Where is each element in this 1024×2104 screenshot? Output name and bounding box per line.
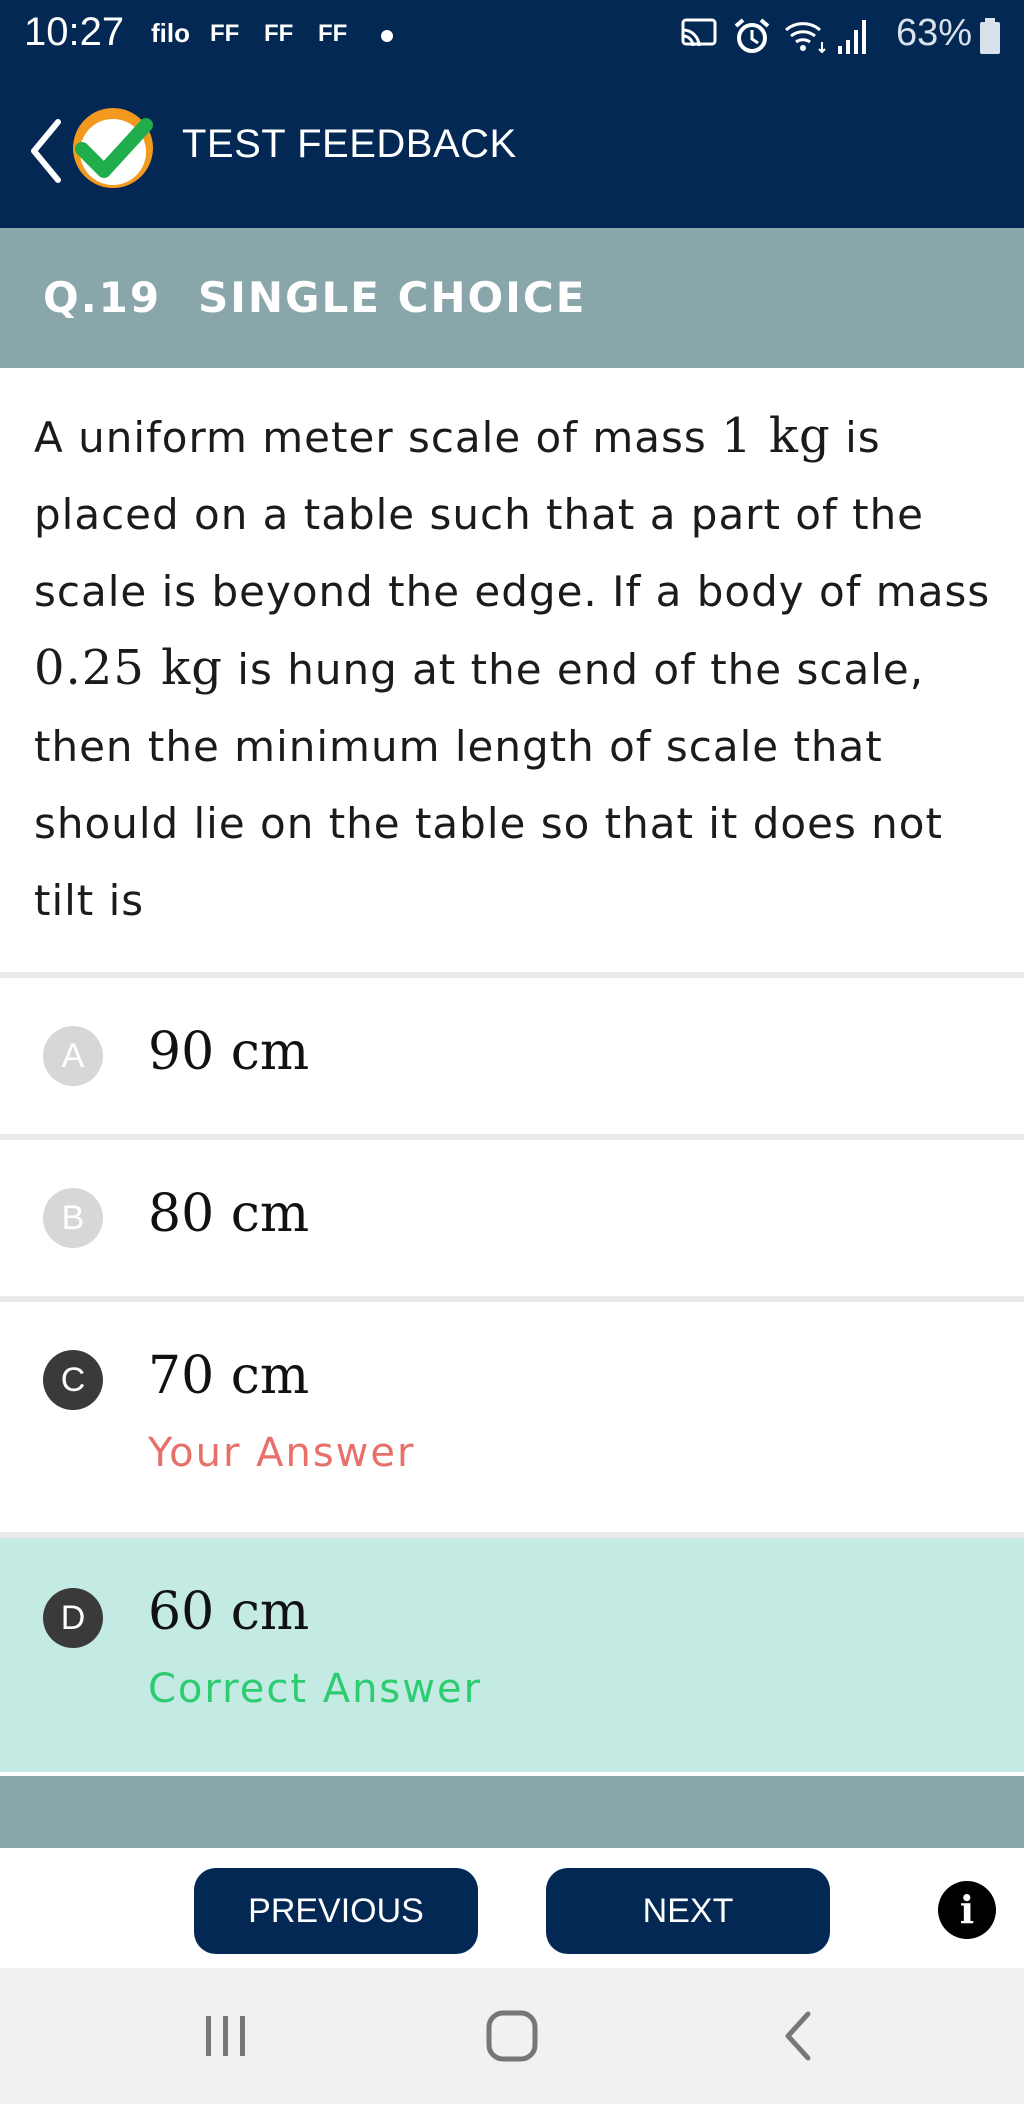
info-icon[interactable]: i [938, 1881, 996, 1939]
battery-percent: 63% [896, 12, 973, 54]
question-number: Q.19 [43, 273, 162, 322]
next-button[interactable]: NEXT [546, 1868, 830, 1954]
home-icon[interactable] [482, 2008, 542, 2064]
back-arrow-icon[interactable] [26, 116, 66, 186]
option-letter-badge: A [43, 1026, 103, 1086]
your-answer-label: Your Answer [148, 1430, 416, 1476]
question-header: Q.19 SINGLE CHOICE [0, 228, 1024, 368]
footer-controls: PREVIOUS NEXT i [0, 1848, 1024, 1968]
math-mass: 1 kg [721, 408, 831, 464]
question-body: A uniform meter scale of mass 1 kg is pl… [0, 368, 1024, 978]
status-bar: 10:27 filo FF FF FF 63% [0, 0, 1024, 72]
option-value: 60 cm [148, 1582, 310, 1642]
option-c[interactable]: C 70 cm Your Answer [0, 1302, 1024, 1538]
option-d[interactable]: D 60 cm Correct Answer [0, 1538, 1024, 1772]
back-icon[interactable] [774, 2008, 824, 2064]
notification-icon: FF [210, 20, 240, 47]
wifi-icon [785, 22, 826, 54]
option-a[interactable]: A 90 cm [0, 978, 1024, 1140]
app-logo [73, 108, 153, 188]
more-notifications-dot [381, 30, 393, 42]
recent-apps-icon[interactable] [198, 2008, 254, 2064]
explanation-band [0, 1776, 1024, 1848]
option-value: 90 cm [148, 1022, 310, 1082]
cast-icon [681, 18, 717, 47]
page-title: TEST FEEDBACK [182, 122, 517, 166]
option-value: 80 cm [148, 1184, 310, 1244]
status-time: 10:27 [24, 10, 125, 54]
option-letter-badge: C [43, 1350, 103, 1410]
notification-icon: FF [318, 20, 348, 47]
status-app-label: filo [151, 18, 190, 48]
question-text: A uniform meter scale of mass 1 kg is pl… [34, 408, 991, 925]
alarm-icon [734, 18, 770, 53]
previous-button[interactable]: PREVIOUS [194, 1868, 478, 1954]
question-type: SINGLE CHOICE [198, 273, 587, 322]
notification-icon: FF [264, 20, 294, 47]
option-b[interactable]: B 80 cm [0, 1140, 1024, 1302]
math-mass: 0.25 kg [34, 640, 223, 696]
app-header: TEST FEEDBACK [0, 72, 1024, 228]
correct-answer-label: Correct Answer [148, 1666, 483, 1712]
signal-icon [838, 20, 866, 54]
option-letter-badge: D [43, 1588, 103, 1648]
system-nav-bar [0, 1968, 1024, 2104]
option-value: 70 cm [148, 1346, 310, 1406]
option-letter-badge: B [43, 1188, 103, 1248]
battery-icon [980, 18, 1000, 54]
